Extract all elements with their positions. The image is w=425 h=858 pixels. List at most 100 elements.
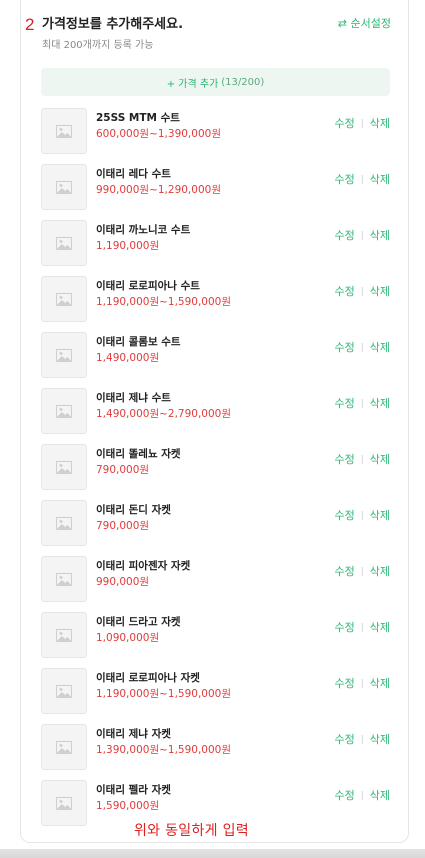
item-name: 이태리 펠라 자켓 bbox=[96, 784, 171, 796]
item-price: 1,190,000원~1,590,000원 bbox=[96, 296, 231, 308]
item-name: 이태리 똘레뇨 자켓 bbox=[96, 448, 181, 460]
delete-button[interactable]: 삭제 bbox=[370, 509, 390, 523]
item-name: 이태리 로로피아나 자켓 bbox=[96, 672, 200, 684]
price-list-item: 이태리 레다 수트 990,000원~1,290,000원 수정 | 삭제 bbox=[41, 164, 390, 210]
image-placeholder-icon bbox=[41, 332, 87, 378]
edit-button[interactable]: 수정 bbox=[334, 173, 354, 187]
image-placeholder-icon bbox=[41, 612, 87, 658]
add-price-count: (13/200) bbox=[221, 76, 265, 88]
section-title: 가격정보를 추가해주세요. bbox=[42, 17, 184, 32]
item-actions: 수정 | 삭제 bbox=[334, 621, 390, 635]
item-actions: 수정 | 삭제 bbox=[334, 677, 390, 691]
handwritten-annotation: 위와 동일하게 입력 bbox=[134, 823, 249, 839]
price-list-item: 이태리 펠라 자켓 1,590,000원 수정 | 삭제 bbox=[41, 780, 390, 826]
item-price: 990,000원~1,290,000원 bbox=[96, 184, 221, 196]
item-price: 1,190,000원~1,590,000원 bbox=[96, 688, 231, 700]
item-actions: 수정 | 삭제 bbox=[334, 733, 390, 747]
action-separator: | bbox=[360, 623, 364, 633]
delete-button[interactable]: 삭제 bbox=[370, 117, 390, 131]
delete-button[interactable]: 삭제 bbox=[370, 173, 390, 187]
price-list-item: 25SS MTM 수트 600,000원~1,390,000원 수정 | 삭제 bbox=[41, 108, 390, 154]
item-actions: 수정 | 삭제 bbox=[334, 285, 390, 299]
edit-button[interactable]: 수정 bbox=[334, 341, 354, 355]
delete-button[interactable]: 삭제 bbox=[370, 229, 390, 243]
price-list-item: 이태리 로로피아나 자켓 1,190,000원~1,590,000원 수정 | 삭제 bbox=[41, 668, 390, 714]
item-name: 이태리 제냐 자켓 bbox=[96, 728, 171, 740]
item-price: 1,190,000원 bbox=[96, 240, 160, 252]
delete-button[interactable]: 삭제 bbox=[370, 733, 390, 747]
edit-button[interactable]: 수정 bbox=[334, 509, 354, 523]
delete-button[interactable]: 삭제 bbox=[370, 789, 390, 803]
item-price: 1,590,000원 bbox=[96, 800, 160, 812]
price-list-item: 이태리 드라고 자켓 1,090,000원 수정 | 삭제 bbox=[41, 612, 390, 658]
delete-button[interactable]: 삭제 bbox=[370, 397, 390, 411]
delete-button[interactable]: 삭제 bbox=[370, 677, 390, 691]
item-actions: 수정 | 삭제 bbox=[334, 453, 390, 467]
add-price-label: + 가격 추가 bbox=[166, 78, 219, 90]
image-placeholder-icon bbox=[41, 724, 87, 770]
reorder-button[interactable]: ⇄ 순서설정 bbox=[338, 17, 391, 31]
edit-button[interactable]: 수정 bbox=[334, 621, 354, 635]
action-separator: | bbox=[360, 735, 364, 745]
delete-button[interactable]: 삭제 bbox=[370, 453, 390, 467]
image-placeholder-icon bbox=[41, 108, 87, 154]
edit-button[interactable]: 수정 bbox=[334, 285, 354, 299]
price-list-item: 이태리 까노니코 수트 1,190,000원 수정 | 삭제 bbox=[41, 220, 390, 266]
action-separator: | bbox=[360, 231, 364, 241]
edit-button[interactable]: 수정 bbox=[334, 229, 354, 243]
image-placeholder-icon bbox=[41, 444, 87, 490]
delete-button[interactable]: 삭제 bbox=[370, 341, 390, 355]
item-actions: 수정 | 삭제 bbox=[334, 789, 390, 803]
action-separator: | bbox=[360, 791, 364, 801]
image-placeholder-icon bbox=[41, 668, 87, 714]
edit-button[interactable]: 수정 bbox=[334, 565, 354, 579]
item-price: 1,490,000원 bbox=[96, 352, 160, 364]
item-price: 990,000원 bbox=[96, 576, 150, 588]
edit-button[interactable]: 수정 bbox=[334, 789, 354, 803]
action-separator: | bbox=[360, 679, 364, 689]
item-actions: 수정 | 삭제 bbox=[334, 341, 390, 355]
step-number-annotation: 2 bbox=[25, 15, 35, 34]
edit-button[interactable]: 수정 bbox=[334, 453, 354, 467]
delete-button[interactable]: 삭제 bbox=[370, 285, 390, 299]
action-separator: | bbox=[360, 287, 364, 297]
item-price: 790,000원 bbox=[96, 464, 150, 476]
edit-button[interactable]: 수정 bbox=[334, 117, 354, 131]
action-separator: | bbox=[360, 511, 364, 521]
item-name: 이태리 까노니코 수트 bbox=[96, 224, 191, 236]
edit-button[interactable]: 수정 bbox=[334, 733, 354, 747]
price-list-item: 이태리 로로피아나 수트 1,190,000원~1,590,000원 수정 | 삭제 bbox=[41, 276, 390, 322]
image-placeholder-icon bbox=[41, 556, 87, 602]
image-placeholder-icon bbox=[41, 276, 87, 322]
add-price-button[interactable]: + 가격 추가 (13/200) bbox=[41, 68, 390, 96]
image-placeholder-icon bbox=[41, 164, 87, 210]
price-list-item: 이태리 제냐 수트 1,490,000원~2,790,000원 수정 | 삭제 bbox=[41, 388, 390, 434]
item-actions: 수정 | 삭제 bbox=[334, 229, 390, 243]
item-name: 이태리 돈디 자켓 bbox=[96, 504, 171, 516]
item-actions: 수정 | 삭제 bbox=[334, 173, 390, 187]
action-separator: | bbox=[360, 175, 364, 185]
action-separator: | bbox=[360, 399, 364, 409]
edit-button[interactable]: 수정 bbox=[334, 397, 354, 411]
item-price: 790,000원 bbox=[96, 520, 150, 532]
edit-button[interactable]: 수정 bbox=[334, 677, 354, 691]
item-price: 1,090,000원 bbox=[96, 632, 160, 644]
action-separator: | bbox=[360, 567, 364, 577]
delete-button[interactable]: 삭제 bbox=[370, 621, 390, 635]
price-list-item: 이태리 피아젠자 자켓 990,000원 수정 | 삭제 bbox=[41, 556, 390, 602]
item-actions: 수정 | 삭제 bbox=[334, 117, 390, 131]
item-actions: 수정 | 삭제 bbox=[334, 397, 390, 411]
item-actions: 수정 | 삭제 bbox=[334, 509, 390, 523]
action-separator: | bbox=[360, 119, 364, 129]
page-bottom-edge bbox=[0, 849, 425, 858]
delete-button[interactable]: 삭제 bbox=[370, 565, 390, 579]
item-name: 이태리 로로피아나 수트 bbox=[96, 280, 200, 292]
image-placeholder-icon bbox=[41, 220, 87, 266]
image-placeholder-icon bbox=[41, 388, 87, 434]
action-separator: | bbox=[360, 343, 364, 353]
price-list-item: 이태리 똘레뇨 자켓 790,000원 수정 | 삭제 bbox=[41, 444, 390, 490]
image-placeholder-icon bbox=[41, 500, 87, 546]
item-name: 이태리 레다 수트 bbox=[96, 168, 171, 180]
item-actions: 수정 | 삭제 bbox=[334, 565, 390, 579]
item-name: 이태리 제냐 수트 bbox=[96, 392, 171, 404]
